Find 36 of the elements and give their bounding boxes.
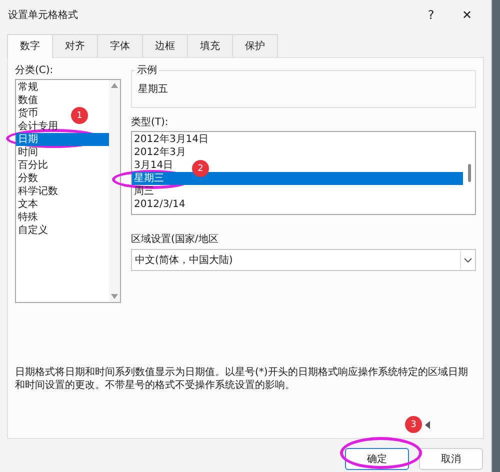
close-button[interactable]: ✕ <box>449 2 485 28</box>
category-item[interactable]: 数值 <box>16 94 40 107</box>
scroll-thumb[interactable] <box>468 164 470 182</box>
category-item[interactable]: 日期 <box>16 133 109 146</box>
locale-dropdown[interactable]: 中文(简体，中国大陆) <box>131 249 476 271</box>
locale-label: 区域设置(国家/地区 <box>131 233 220 246</box>
scrollbar[interactable] <box>109 80 120 302</box>
scroll-down-icon[interactable] <box>111 294 118 299</box>
category-item[interactable]: 百分比 <box>16 159 50 172</box>
help-button[interactable]: ? <box>413 2 449 28</box>
category-label: 分类(C): <box>15 64 54 77</box>
category-item[interactable]: 分数 <box>16 172 40 185</box>
category-item[interactable]: 自定义 <box>16 224 50 237</box>
type-label: 类型(T): <box>131 116 170 129</box>
sample-label: 示例 <box>135 63 159 77</box>
type-item[interactable]: 2012年3月14日 <box>132 133 211 146</box>
type-item[interactable]: 2012/3/14 <box>132 198 188 211</box>
category-item[interactable]: 特殊 <box>16 211 40 224</box>
category-item[interactable]: 科学记数 <box>16 185 60 198</box>
tab[interactable]: 保护 <box>232 34 278 57</box>
tab[interactable]: 数字 <box>7 34 53 58</box>
type-item[interactable]: 周三 <box>132 185 156 198</box>
category-item[interactable]: 时间 <box>16 146 40 159</box>
category-item[interactable]: 常规 <box>16 81 40 94</box>
category-item[interactable]: 货币 <box>16 107 40 120</box>
description-text: 日期格式将日期和时间系列数值显示为日期值。以星号(*)开头的日期格式响应操作系统特定的区域日期和时间设置的更改。不带星号的格式不受操作系统设置的影响。 <box>15 366 469 392</box>
type-item[interactable]: 2012年3月 <box>132 146 188 159</box>
window-title: 设置单元格格式 <box>8 8 79 22</box>
triangle-icon <box>425 421 430 429</box>
chevron-down-icon <box>464 258 472 262</box>
scroll-up-icon[interactable] <box>111 83 118 88</box>
cancel-button[interactable]: 取消 <box>419 448 483 470</box>
type-item[interactable]: 星期三 <box>132 172 463 185</box>
sample-value: 星期五 <box>138 82 168 96</box>
type-item[interactable]: 3月14日 <box>132 159 176 172</box>
category-item[interactable]: 文本 <box>16 198 40 211</box>
